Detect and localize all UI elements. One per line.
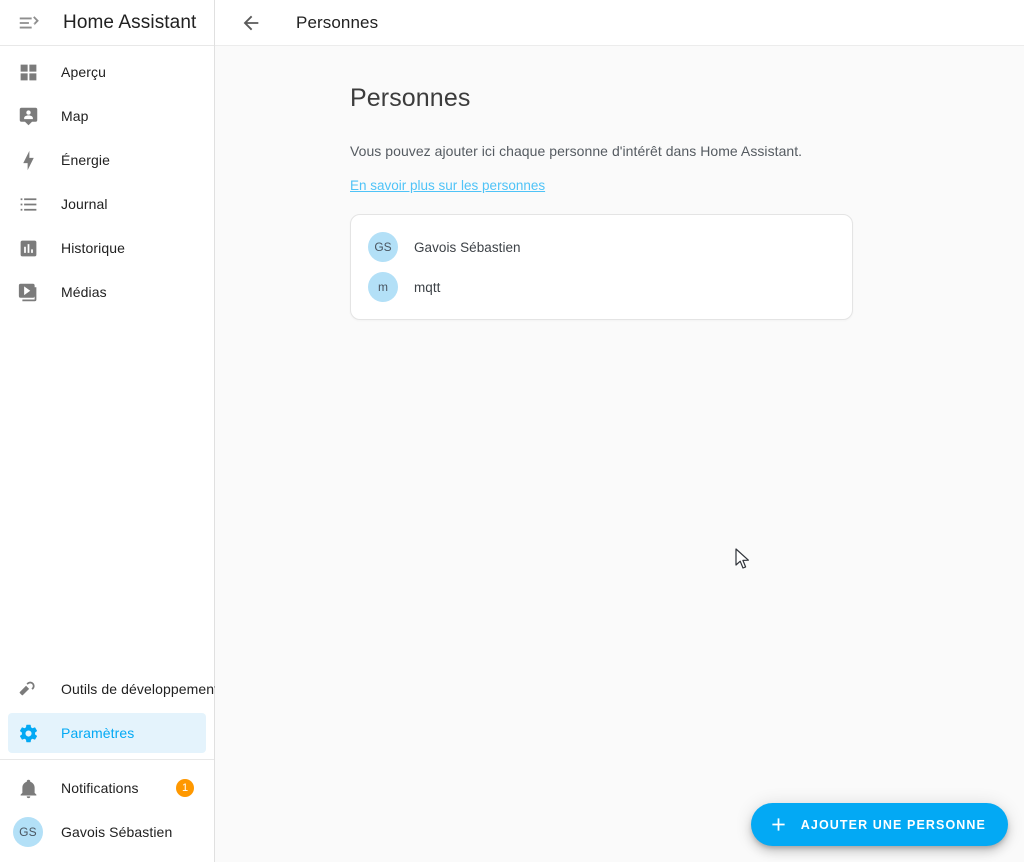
- hammer-icon: [8, 679, 48, 700]
- main-area: Personnes Personnes Vous pouvez ajouter …: [215, 0, 1024, 862]
- person-name: mqtt: [414, 279, 441, 295]
- format-list-bulleted-icon: [8, 194, 48, 215]
- add-person-button[interactable]: AJOUTER UNE PERSONNE: [750, 803, 1008, 846]
- sidebar-item-map[interactable]: Map: [8, 96, 206, 136]
- sidebar-bottom: Outils de développement Paramètres Notif…: [0, 669, 218, 862]
- sidebar-nav: Aperçu Map Énergie Journal Historique Mé…: [0, 46, 214, 669]
- sidebar-item-label: Notifications: [61, 780, 139, 796]
- arrow-left-icon[interactable]: [231, 3, 271, 43]
- avatar: GS: [368, 232, 398, 262]
- person-name: Gavois Sébastien: [414, 239, 521, 255]
- view-dashboard-icon: [8, 62, 48, 83]
- lightning-bolt-icon: [8, 150, 48, 171]
- sidebar-item-parametres[interactable]: Paramètres: [8, 713, 206, 753]
- sidebar-item-energie[interactable]: Énergie: [8, 140, 206, 180]
- chart-box-icon: [8, 238, 48, 259]
- app-root: Home Assistant Aperçu Map Énergie Journa…: [0, 0, 1024, 862]
- sidebar-item-apercu[interactable]: Aperçu: [8, 52, 206, 92]
- sidebar-item-label: Historique: [61, 240, 126, 256]
- cog-icon: [8, 723, 48, 744]
- sidebar-item-journal[interactable]: Journal: [8, 184, 206, 224]
- sidebar-item-notifications[interactable]: Notifications 1: [8, 768, 206, 808]
- page-content: Personnes Vous pouvez ajouter ici chaque…: [215, 46, 1024, 862]
- sidebar-title: Home Assistant: [63, 11, 197, 33]
- top-toolbar: Personnes: [215, 0, 1024, 46]
- sidebar-item-label: Énergie: [61, 152, 110, 168]
- list-item[interactable]: GS Gavois Sébastien: [351, 227, 852, 267]
- avatar-wrapper: GS: [8, 817, 48, 847]
- avatar: m: [368, 272, 398, 302]
- list-item[interactable]: m mqtt: [351, 267, 852, 307]
- avatar: GS: [13, 817, 43, 847]
- notification-badge: 1: [176, 779, 194, 797]
- sidebar-item-label: Map: [61, 108, 89, 124]
- sidebar-item-medias[interactable]: Médias: [8, 272, 206, 312]
- page-inner: Personnes Vous pouvez ajouter ici chaque…: [215, 46, 1024, 320]
- page-title-toolbar: Personnes: [296, 12, 379, 32]
- play-box-multiple-icon: [8, 282, 48, 303]
- sidebar-item-label: Aperçu: [61, 64, 106, 80]
- menu-open-icon[interactable]: [8, 3, 48, 43]
- add-person-label: AJOUTER UNE PERSONNE: [800, 817, 986, 832]
- account-badge-icon: [8, 106, 48, 127]
- sidebar-item-label: Outils de développement: [61, 681, 219, 697]
- page-description: Vous pouvez ajouter ici chaque personne …: [350, 143, 803, 159]
- learn-more-link[interactable]: En savoir plus sur les personnes: [350, 178, 545, 193]
- sidebar-item-label: Journal: [61, 196, 108, 212]
- sidebar-item-user-profile[interactable]: GS Gavois Sébastien: [8, 812, 206, 852]
- plus-icon: [768, 814, 790, 836]
- sidebar-item-outils-de-developpement[interactable]: Outils de développement: [8, 669, 218, 709]
- bell-icon: [8, 778, 48, 799]
- sidebar-item-label: Gavois Sébastien: [61, 824, 173, 840]
- sidebar-header: Home Assistant: [0, 0, 214, 46]
- sidebar-item-historique[interactable]: Historique: [8, 228, 206, 268]
- persons-card: GS Gavois Sébastien m mqtt: [350, 214, 853, 320]
- sidebar-item-label: Médias: [61, 284, 107, 300]
- mouse-cursor: [735, 548, 752, 576]
- sidebar-divider: [0, 759, 214, 760]
- page-title: Personnes: [350, 84, 471, 112]
- sidebar: Home Assistant Aperçu Map Énergie Journa…: [0, 0, 218, 862]
- sidebar-item-label: Paramètres: [61, 725, 135, 741]
